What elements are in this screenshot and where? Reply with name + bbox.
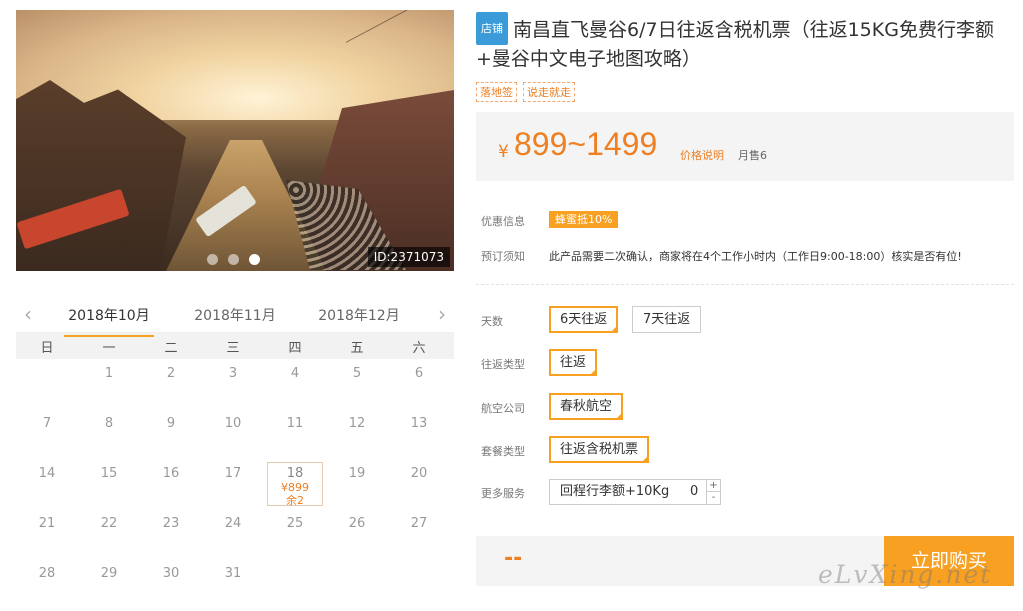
product-title-text: 南昌直飞曼谷6/7日往返含税机票（往返15KG免费行李额+曼谷中文电子地图攻略） bbox=[476, 19, 994, 70]
weekday-label: 四 bbox=[288, 340, 302, 356]
product-tags: 落地签 说走就走 bbox=[476, 82, 1016, 102]
carousel-dot-active[interactable] bbox=[249, 254, 260, 265]
notice-text: 此产品需要二次确认，商家将在4个工作小时内（工作日9:00-18:00）核实是否… bbox=[549, 250, 962, 263]
currency-symbol: ¥ bbox=[498, 142, 509, 162]
calendar-day[interactable]: 4 bbox=[264, 359, 326, 409]
day-price: ¥899 bbox=[281, 481, 309, 494]
promo-badge: 蜂蜜抵10% bbox=[549, 211, 619, 228]
tag-instant: 说走就走 bbox=[523, 82, 575, 102]
decrement-button[interactable]: - bbox=[706, 492, 720, 504]
promo-row: 优惠信息 蜂蜜抵10% bbox=[481, 211, 619, 229]
calendar-day[interactable]: 7 bbox=[16, 409, 78, 459]
day-grid: 1 2 3 4 5 6 7 8 9 10 11 12 13 14 15 16 17 18 ¥899 余2 19 20 21 2… bbox=[16, 359, 454, 609]
carousel-dots bbox=[207, 254, 260, 265]
calendar-day[interactable]: 25 bbox=[264, 509, 326, 559]
calendar-day[interactable]: 23 bbox=[140, 509, 202, 559]
calendar-day[interactable]: 29 bbox=[78, 559, 140, 609]
weekday-label: 日 bbox=[40, 340, 54, 356]
shop-badge[interactable]: 店铺 bbox=[476, 12, 508, 45]
calendar-day[interactable]: 10 bbox=[202, 409, 264, 459]
calendar-day[interactable]: 22 bbox=[78, 509, 140, 559]
calendar-day[interactable]: 3 bbox=[202, 359, 264, 409]
calendar-empty-cell bbox=[16, 359, 78, 409]
calendar-day[interactable]: 17 bbox=[202, 459, 264, 509]
weekday-label: 二 bbox=[164, 340, 178, 356]
days-label: 天数 bbox=[481, 315, 503, 328]
site-watermark: eLvXing.net bbox=[818, 560, 993, 589]
option-7-days[interactable]: 7天往返 bbox=[632, 306, 702, 333]
calendar-day[interactable]: 13 bbox=[388, 409, 450, 459]
calendar-day[interactable]: 1 bbox=[78, 359, 140, 409]
calendar-day[interactable]: 5 bbox=[326, 359, 388, 409]
calendar-day[interactable]: 20 bbox=[388, 459, 450, 509]
date-calendar: ‹ 2018年10月 2018年11月 2018年12月 › 日 一 二 三 四… bbox=[16, 296, 454, 609]
notice-label: 预订须知 bbox=[481, 250, 525, 263]
weekday-label: 六 bbox=[412, 340, 426, 356]
notice-row: 预订须知 此产品需要二次确认，商家将在4个工作小时内（工作日9:00-18:00… bbox=[481, 248, 962, 264]
promo-label: 优惠信息 bbox=[481, 215, 525, 228]
calendar-empty-cell bbox=[264, 559, 326, 609]
price-explain-link[interactable]: 价格说明 bbox=[680, 147, 724, 163]
calendar-day[interactable]: 19 bbox=[326, 459, 388, 509]
prev-month-icon[interactable]: ‹ bbox=[24, 302, 32, 326]
calendar-day-available[interactable]: 18 ¥899 余2 bbox=[267, 462, 323, 507]
carousel-dot[interactable] bbox=[207, 254, 218, 265]
calendar-day[interactable]: 31 bbox=[202, 559, 264, 609]
calendar-empty-cell bbox=[326, 559, 388, 609]
weekday-label: 五 bbox=[350, 340, 364, 356]
month-nav: ‹ 2018年10月 2018年11月 2018年12月 › bbox=[16, 296, 454, 337]
calendar-day[interactable]: 6 bbox=[388, 359, 450, 409]
calendar-day[interactable]: 26 bbox=[326, 509, 388, 559]
calendar-day[interactable]: 14 bbox=[16, 459, 78, 509]
product-title: 店铺 南昌直飞曼谷6/7日往返含税机票（往返15KG免费行李额+曼谷中文电子地图攻… bbox=[476, 12, 1016, 74]
tab-month-dec[interactable]: 2018年12月 bbox=[314, 305, 404, 335]
calendar-day[interactable]: 24 bbox=[202, 509, 264, 559]
day-remaining: 余2 bbox=[286, 494, 304, 507]
extra-baggage-stepper: 回程行李额+10Kg 0 + - bbox=[549, 479, 721, 505]
increment-button[interactable]: + bbox=[706, 480, 720, 492]
tab-month-nov[interactable]: 2018年11月 bbox=[190, 305, 280, 335]
calendar-day[interactable]: 2 bbox=[140, 359, 202, 409]
quantity-input[interactable]: 0 bbox=[690, 480, 698, 504]
calendar-day[interactable]: 12 bbox=[326, 409, 388, 459]
calendar-day[interactable]: 28 bbox=[16, 559, 78, 609]
package-label: 套餐类型 bbox=[481, 445, 525, 458]
option-airline[interactable]: 春秋航空 bbox=[549, 393, 624, 420]
airline-label: 航空公司 bbox=[481, 402, 525, 415]
next-month-icon[interactable]: › bbox=[438, 302, 446, 326]
calendar-day[interactable]: 16 bbox=[140, 459, 202, 509]
service-name: 回程行李额+10Kg bbox=[560, 484, 670, 499]
trip-type-label: 往返类型 bbox=[481, 358, 525, 371]
calendar-day[interactable]: 8 bbox=[78, 409, 140, 459]
weekday-label: 三 bbox=[226, 340, 240, 356]
tag-visa: 落地签 bbox=[476, 82, 517, 102]
service-label: 更多服务 bbox=[481, 487, 525, 500]
day-number: 18 bbox=[286, 466, 304, 481]
calendar-day[interactable]: 15 bbox=[78, 459, 140, 509]
option-package[interactable]: 往返含税机票 bbox=[549, 436, 650, 463]
weekday-label: 一 bbox=[102, 340, 116, 356]
total-price: -- bbox=[504, 546, 523, 571]
calendar-day[interactable]: 30 bbox=[140, 559, 202, 609]
calendar-day[interactable]: 9 bbox=[140, 409, 202, 459]
option-round-trip[interactable]: 往返 bbox=[549, 349, 598, 376]
divider bbox=[476, 284, 1014, 285]
image-id-label: ID:2371073 bbox=[367, 247, 450, 267]
price-range: 899~1499 bbox=[514, 126, 658, 162]
calendar-empty-cell bbox=[388, 559, 450, 609]
calendar-day[interactable]: 11 bbox=[264, 409, 326, 459]
product-photo[interactable]: ID:2371073 bbox=[16, 10, 454, 271]
calendar-day[interactable]: 21 bbox=[16, 509, 78, 559]
monthly-sales: 月售6 bbox=[738, 149, 767, 162]
price-box: ¥ 899~1499 价格说明 月售6 bbox=[476, 112, 1014, 181]
tab-month-oct[interactable]: 2018年10月 bbox=[64, 305, 154, 337]
calendar-day[interactable]: 27 bbox=[388, 509, 450, 559]
option-6-days[interactable]: 6天往返 bbox=[549, 306, 619, 333]
product-header: 店铺 南昌直飞曼谷6/7日往返含税机票（往返15KG免费行李额+曼谷中文电子地图攻… bbox=[476, 12, 1016, 102]
carousel-dot[interactable] bbox=[228, 254, 239, 265]
